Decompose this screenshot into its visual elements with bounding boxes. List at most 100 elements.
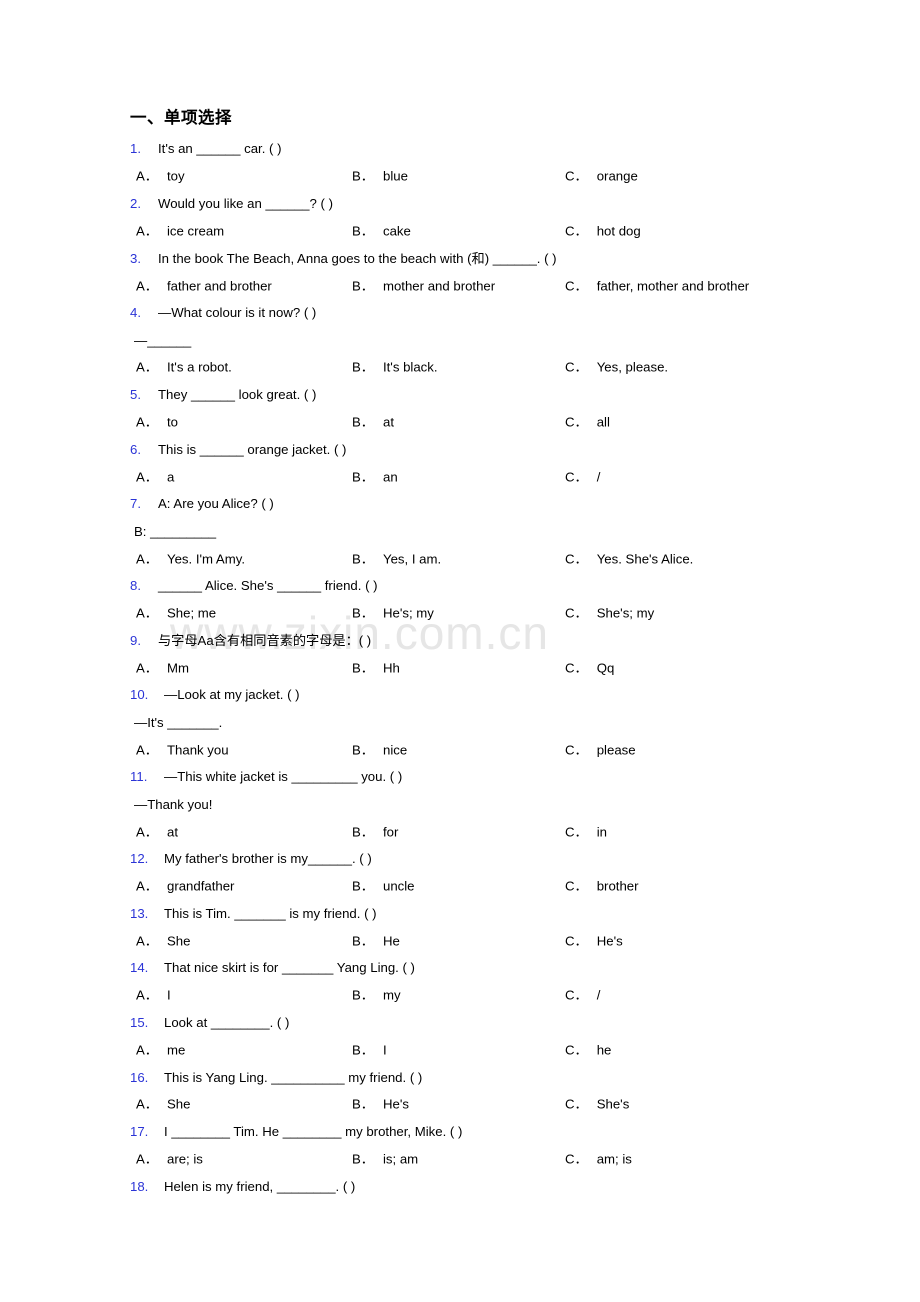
question-text: ______ Alice. She's ______ friend. ( ) bbox=[158, 578, 378, 594]
option-b-text: It's black. bbox=[382, 359, 438, 375]
option-b[interactable]: B． He's bbox=[352, 1098, 409, 1111]
option-a-text: ice cream bbox=[166, 223, 225, 239]
option-c-text: all bbox=[596, 414, 610, 430]
option-c-label: C． bbox=[565, 223, 588, 239]
document-content: 一、单项选择 1. It's an ______ car. ( ) A． toy … bbox=[0, 0, 920, 1200]
option-b-text: He's; my bbox=[382, 605, 434, 621]
question-number: 12. bbox=[130, 851, 149, 867]
option-a-text: Thank you bbox=[166, 742, 229, 758]
option-c[interactable]: C． please bbox=[565, 743, 636, 756]
option-row: A． Yes. I'm Amy. B． Yes, I am. C． Yes. She'… bbox=[130, 545, 920, 572]
option-a-label: A． bbox=[136, 742, 158, 758]
option-a-label: A． bbox=[136, 987, 158, 1003]
option-c[interactable]: C． am; is bbox=[565, 1152, 632, 1165]
option-c-label: C． bbox=[565, 987, 588, 1003]
option-b[interactable]: B． at bbox=[352, 415, 394, 428]
question-number: 6. bbox=[130, 441, 141, 457]
option-c-text: He's bbox=[596, 933, 623, 949]
option-c[interactable]: C． Yes. She's Alice. bbox=[565, 552, 693, 565]
option-b[interactable]: B． nice bbox=[352, 743, 407, 756]
option-a[interactable]: A． She bbox=[136, 1098, 190, 1111]
option-c[interactable]: C． hot dog bbox=[565, 224, 641, 237]
question-text: 与字母Aa含有相同音素的字母是：( ) bbox=[158, 632, 372, 648]
option-b-label: B． bbox=[352, 823, 374, 839]
option-b-label: B． bbox=[352, 223, 374, 239]
option-a[interactable]: A． I bbox=[136, 989, 171, 1002]
option-b[interactable]: B． mother and brother bbox=[352, 279, 495, 292]
option-c[interactable]: C． / bbox=[565, 470, 600, 483]
option-b-text: Hh bbox=[382, 660, 400, 676]
option-b[interactable]: B． He bbox=[352, 934, 400, 947]
option-c-label: C． bbox=[565, 168, 588, 184]
option-a[interactable]: A． to bbox=[136, 415, 178, 428]
option-a[interactable]: A． me bbox=[136, 1043, 185, 1056]
option-a[interactable]: A． are; is bbox=[136, 1152, 203, 1165]
option-b-label: B． bbox=[352, 878, 374, 894]
option-c-label: C． bbox=[565, 550, 588, 566]
option-a-text: Yes. I'm Amy. bbox=[166, 550, 245, 566]
option-b[interactable]: B． is; am bbox=[352, 1152, 418, 1165]
option-a[interactable]: A． Yes. I'm Amy. bbox=[136, 552, 245, 565]
option-a[interactable]: A． It's a robot. bbox=[136, 361, 232, 374]
option-a-label: A． bbox=[136, 823, 158, 839]
option-c-text: orange bbox=[596, 168, 638, 184]
option-c[interactable]: C． he bbox=[565, 1043, 611, 1056]
option-a[interactable]: A． toy bbox=[136, 170, 185, 183]
question-number: 11. bbox=[130, 769, 148, 785]
option-a-label: A． bbox=[136, 550, 158, 566]
option-a[interactable]: A． a bbox=[136, 470, 174, 483]
option-a-text: It's a robot. bbox=[166, 359, 232, 375]
option-b-text: uncle bbox=[382, 878, 415, 894]
option-a[interactable]: A． She bbox=[136, 934, 190, 947]
question-continuation: B: _________ bbox=[134, 523, 217, 539]
option-b[interactable]: B． uncle bbox=[352, 879, 415, 892]
option-a-label: A． bbox=[136, 1151, 158, 1167]
option-b[interactable]: B． blue bbox=[352, 170, 408, 183]
option-a[interactable]: A． Thank you bbox=[136, 743, 229, 756]
question-number: 17. bbox=[130, 1124, 149, 1140]
option-c[interactable]: C． brother bbox=[565, 879, 639, 892]
question-stem: 5. They ______ look great. ( ) bbox=[130, 381, 920, 408]
question-stem: 6. This is ______ orange jacket. ( ) bbox=[130, 436, 920, 463]
option-b[interactable]: B． It's black. bbox=[352, 361, 438, 374]
option-b-label: B． bbox=[352, 1151, 374, 1167]
option-row: A． I B． my C． / bbox=[130, 982, 920, 1009]
question-text: —What colour is it now? ( ) bbox=[158, 305, 317, 321]
option-a-label: A． bbox=[136, 414, 158, 430]
section-heading: 一、单项选择 bbox=[130, 109, 232, 127]
option-c-text: in bbox=[596, 823, 607, 839]
option-b[interactable]: B． Yes, I am. bbox=[352, 552, 441, 565]
option-a[interactable]: A． father and brother bbox=[136, 279, 272, 292]
option-c[interactable]: C． Yes, please. bbox=[565, 361, 668, 374]
option-row: A． She B． He's C． She's bbox=[130, 1091, 920, 1118]
option-b[interactable]: B． for bbox=[352, 825, 398, 838]
option-a[interactable]: A． She; me bbox=[136, 606, 216, 620]
option-c[interactable]: C． orange bbox=[565, 170, 638, 183]
option-c[interactable]: C． / bbox=[565, 989, 600, 1002]
option-c[interactable]: C． father, mother and brother bbox=[565, 279, 749, 292]
option-a[interactable]: A． ice cream bbox=[136, 224, 224, 237]
option-c[interactable]: C． in bbox=[565, 825, 607, 838]
option-a-label: A． bbox=[136, 359, 158, 375]
option-row: A． at B． for C． in bbox=[130, 818, 920, 845]
option-c[interactable]: C． Qq bbox=[565, 661, 614, 674]
option-c[interactable]: C． She's bbox=[565, 1098, 629, 1111]
option-c-text: Qq bbox=[596, 660, 615, 676]
option-c[interactable]: C． He's bbox=[565, 934, 623, 947]
option-a[interactable]: A． grandfather bbox=[136, 879, 234, 892]
option-b[interactable]: B． I bbox=[352, 1043, 387, 1056]
option-b[interactable]: B． cake bbox=[352, 224, 411, 237]
question-stem: 2. Would you like an ______? ( ) bbox=[130, 190, 920, 217]
option-b[interactable]: B． my bbox=[352, 989, 401, 1002]
option-c[interactable]: C． all bbox=[565, 415, 610, 428]
option-c[interactable]: C． She's; my bbox=[565, 606, 654, 620]
option-b-label: B． bbox=[352, 469, 374, 485]
option-a-text: to bbox=[166, 414, 178, 430]
option-b[interactable]: B． an bbox=[352, 470, 398, 483]
question-stem: 12. My father's brother is my______. ( ) bbox=[130, 845, 920, 872]
option-b[interactable]: B． He's; my bbox=[352, 605, 434, 621]
option-a[interactable]: A． at bbox=[136, 825, 178, 838]
option-b[interactable]: B． Hh bbox=[352, 661, 400, 674]
option-a[interactable]: A． Mm bbox=[136, 661, 189, 674]
question-stem: 1. It's an ______ car. ( ) bbox=[130, 135, 920, 162]
